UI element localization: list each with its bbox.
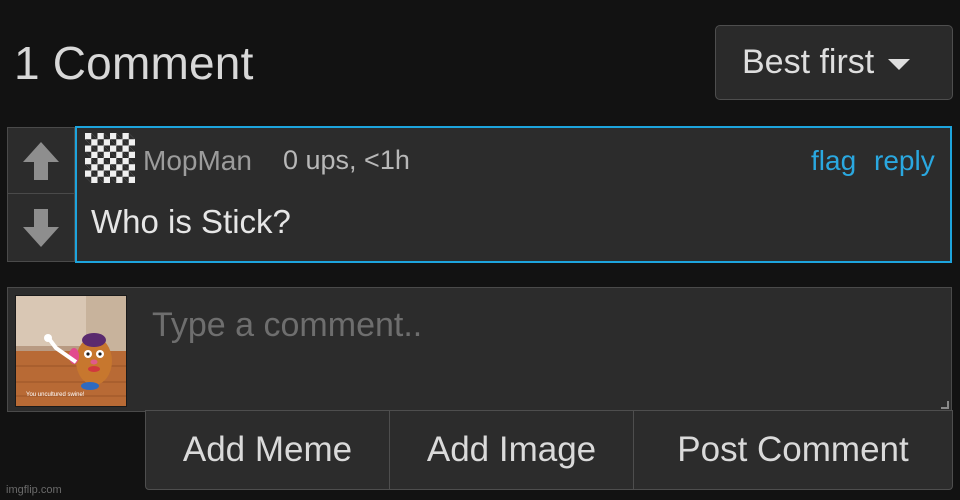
comment-input[interactable] [138,298,943,406]
flag-link[interactable]: flag [811,145,856,177]
add-meme-button[interactable]: Add Meme [146,411,390,489]
arrow-up-icon [23,141,59,180]
comments-section: 1 Comment Best first MopMan 0 ups, <1h f… [0,0,960,500]
sort-dropdown[interactable]: Best first [715,25,953,100]
add-image-button[interactable]: Add Image [390,411,634,489]
user-avatar[interactable] [85,133,135,183]
resize-handle[interactable] [941,401,949,409]
avatar-caption: You uncultured swine! [26,392,85,398]
arrow-down-icon [23,209,59,247]
comment-count-title: 1 Comment [14,37,254,89]
sort-dropdown-label: Best first [742,43,875,81]
reply-link[interactable]: reply [874,145,935,177]
comment-meta: 0 ups, <1h [283,145,410,175]
watermark: imgflip.com [6,484,62,496]
upvote-button[interactable] [8,128,74,194]
downvote-button[interactable] [8,195,74,261]
post-comment-button[interactable]: Post Comment [634,411,952,489]
my-avatar[interactable]: You uncultured swine! [15,295,127,407]
comment-card: MopMan 0 ups, <1h flag reply Who is Stic… [75,126,952,263]
avatar-image [16,296,126,406]
comment-text: Who is Stick? [91,203,291,240]
composer-actions: Add Meme Add Image Post Comment [145,410,953,490]
caret-down-icon [888,59,911,70]
comment-username[interactable]: MopMan [143,145,252,177]
comment-composer: You uncultured swine! [7,287,952,412]
vote-controls [7,127,75,262]
